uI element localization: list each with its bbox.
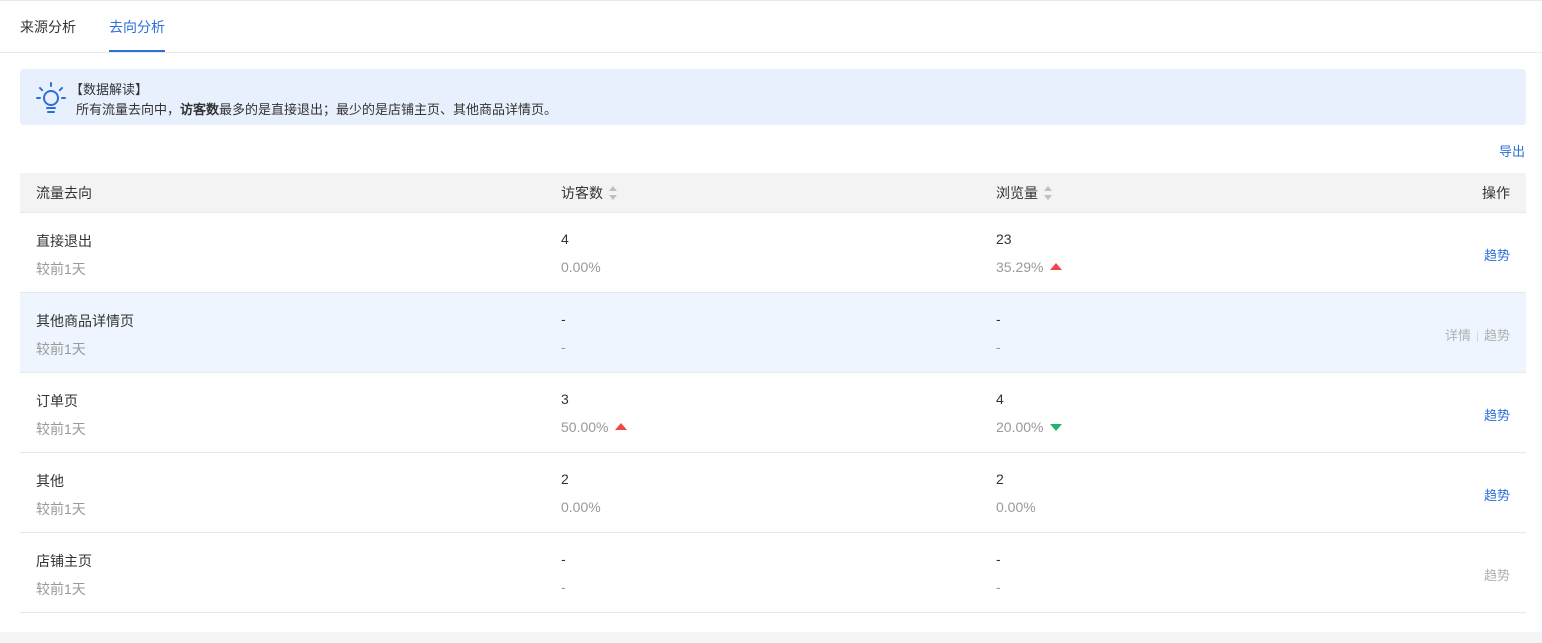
compare-label: 较前1天 xyxy=(36,261,86,277)
visitors-change-value: 50.00% xyxy=(561,419,609,435)
insight-desc-suffix: 最多的是直接退出；最少的是店铺主页、其他商品详情页。 xyxy=(219,102,558,117)
visitors-value: - xyxy=(561,551,566,567)
table-row: 其他较前1天 2 0.00% 2 0.00% 趋势 xyxy=(20,453,1526,533)
compare-label: 较前1天 xyxy=(36,581,86,597)
pageviews-value: - xyxy=(996,551,1001,567)
insight-desc-prefix: 所有流量去向中， xyxy=(76,102,181,117)
visitors-value: 4 xyxy=(561,231,569,247)
row-actions: 趋势 xyxy=(1484,405,1510,424)
insight-description: 所有流量去向中，访客数最多的是直接退出；最少的是店铺主页、其他商品详情页。 xyxy=(76,99,557,118)
header-visitors-label: 访客数 xyxy=(561,184,603,201)
header-destination: 流量去向 xyxy=(36,184,92,201)
table-row: 订单页较前1天 3 50.00% 4 20.00% 趋势 xyxy=(20,373,1526,453)
pageviews-change: - xyxy=(996,339,1001,355)
trend-link[interactable]: 趋势 xyxy=(1484,328,1510,343)
pageviews-value: - xyxy=(996,311,1001,327)
tab-bar: 来源分析 去向分析 xyxy=(0,1,1542,53)
trend-up-icon xyxy=(615,422,628,430)
header-visitors[interactable]: 访客数 xyxy=(561,183,617,203)
trend-link[interactable]: 趋势 xyxy=(1484,248,1510,263)
visitors-value: 2 xyxy=(561,471,569,487)
destination-name: 店铺主页 xyxy=(36,553,92,569)
destination-table: 流量去向 访客数 浏览量 操作 直接退出 较前1天 4 0.00% 23 35.29% 趋势… xyxy=(20,173,1526,613)
bulb-icon xyxy=(36,82,66,113)
divider xyxy=(1476,331,1478,343)
pageviews-change-value: - xyxy=(996,579,1001,595)
pageviews-change: 35.29% xyxy=(996,259,1063,275)
pageviews-change-value: 35.29% xyxy=(996,259,1044,275)
row-actions: 详情 趋势 xyxy=(1445,325,1510,344)
sort-icon[interactable] xyxy=(609,185,617,200)
table-row: 店铺主页较前1天 - - - - 趋势 xyxy=(20,533,1526,613)
pageviews-change-value: 0.00% xyxy=(996,499,1036,515)
visitors-change-value: 0.00% xyxy=(561,259,601,275)
sort-icon[interactable] xyxy=(1044,185,1052,200)
pageviews-change: - xyxy=(996,579,1001,595)
tab-source-analysis[interactable]: 来源分析 xyxy=(20,4,76,52)
row-actions: 趋势 xyxy=(1484,245,1510,264)
pageviews-value: 23 xyxy=(996,231,1012,247)
visitors-change-value: - xyxy=(561,579,566,595)
pageviews-change-value: 20.00% xyxy=(996,419,1044,435)
visitors-change: - xyxy=(561,339,566,355)
export-button[interactable]: 导出 xyxy=(1499,141,1525,160)
visitors-change-value: - xyxy=(561,339,566,355)
trend-link[interactable]: 趋势 xyxy=(1484,408,1510,423)
pageviews-change-value: - xyxy=(996,339,1001,355)
visitors-change: 0.00% xyxy=(561,259,601,275)
header-pageviews-label: 浏览量 xyxy=(996,184,1038,201)
row-actions: 趋势 xyxy=(1484,485,1510,504)
table-header: 流量去向 访客数 浏览量 操作 xyxy=(20,173,1526,213)
table-body: 直接退出 较前1天 4 0.00% 23 35.29% 趋势 其他商品详情页 较前1天 - - - - 详… xyxy=(20,213,1526,613)
pageviews-value: 2 xyxy=(996,471,1004,487)
tab-destination-analysis[interactable]: 去向分析 xyxy=(109,4,165,52)
destination-name: 直接退出 xyxy=(36,233,92,249)
data-insight-banner: 【数据解读】 所有流量去向中，访客数最多的是直接退出；最少的是店铺主页、其他商品… xyxy=(20,69,1526,125)
destination-name: 其他 xyxy=(36,473,64,489)
visitors-value: 3 xyxy=(561,391,569,407)
pageviews-value: 4 xyxy=(996,391,1004,407)
pageviews-change: 0.00% xyxy=(996,499,1036,515)
header-pageviews[interactable]: 浏览量 xyxy=(996,183,1052,203)
table-row: 其他商品详情页 较前1天 - - - - 详情 趋势 xyxy=(20,293,1526,373)
pageviews-change: 20.00% xyxy=(996,419,1063,435)
detail-link[interactable]: 详情 xyxy=(1445,328,1471,343)
insight-title: 【数据解读】 xyxy=(70,82,149,97)
trend-link[interactable]: 趋势 xyxy=(1484,568,1510,583)
trend-down-icon xyxy=(1050,423,1063,431)
analysis-card: 来源分析 去向分析 【数据解读】 所有流量去向中，访客数最多的是直接退出；最少的… xyxy=(0,0,1542,632)
compare-label: 较前1天 xyxy=(36,421,86,437)
table-row: 直接退出较前1天 4 0.00% 23 35.29% 趋势 xyxy=(20,213,1526,293)
row-actions: 趋势 xyxy=(1484,565,1510,584)
destination-name: 其他商品详情页 xyxy=(36,313,134,329)
trend-up-icon xyxy=(1050,262,1063,270)
visitors-change: 0.00% xyxy=(561,499,601,515)
visitors-change: 50.00% xyxy=(561,419,628,435)
visitors-change: - xyxy=(561,579,566,595)
visitors-value: - xyxy=(561,311,566,327)
header-actions: 操作 xyxy=(1482,184,1510,201)
trend-link[interactable]: 趋势 xyxy=(1484,488,1510,503)
compare-label: 较前1天 xyxy=(36,501,86,517)
destination-name: 订单页 xyxy=(36,393,78,409)
insight-desc-bold: 访客数 xyxy=(180,102,220,117)
visitors-change-value: 0.00% xyxy=(561,499,601,515)
compare-label: 较前1天 xyxy=(36,341,86,357)
